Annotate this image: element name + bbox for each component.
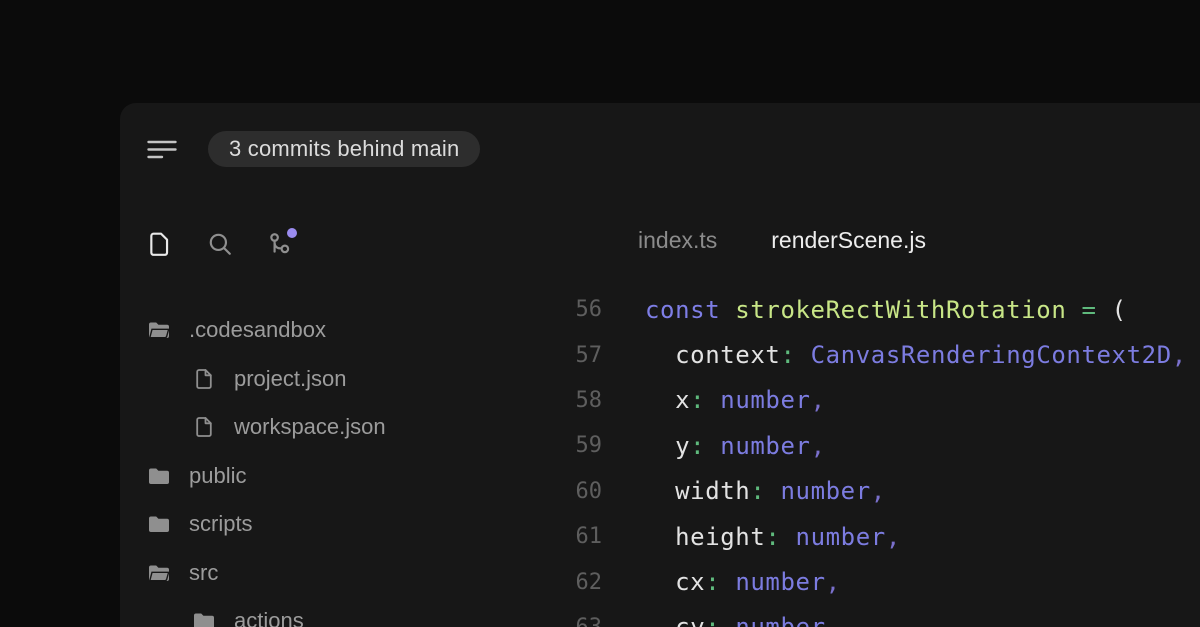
app-window: 3 commits behind main <box>120 103 1200 627</box>
code-area[interactable]: 56const strokeRectWithRotation = (57 con… <box>120 287 1200 627</box>
tab-renderscene-js[interactable]: renderScene.js <box>771 227 926 254</box>
hamburger-icon <box>147 139 177 161</box>
line-number: 60 <box>120 479 602 504</box>
code-text: y: number, <box>602 432 826 460</box>
code-text: x: number, <box>602 386 826 414</box>
code-text: width: number, <box>602 477 886 505</box>
code-text: cy: number, <box>602 613 841 627</box>
screenshot-root: 3 commits behind main <box>0 0 1200 627</box>
line-number: 63 <box>120 615 602 627</box>
files-panel-button[interactable] <box>147 231 173 257</box>
code-line-60[interactable]: 60 width: number, <box>120 469 1200 514</box>
code-text: const strokeRectWithRotation = ( <box>602 296 1127 324</box>
search-icon <box>207 231 233 257</box>
line-number: 56 <box>120 297 602 322</box>
menu-button[interactable] <box>147 139 177 163</box>
sidebar-toolbar <box>147 231 293 257</box>
code-line-56[interactable]: 56const strokeRectWithRotation = ( <box>120 287 1200 332</box>
line-number: 57 <box>120 343 602 368</box>
tab-bar: index.ts renderScene.js <box>638 227 926 254</box>
code-text: height: number, <box>602 523 901 551</box>
code-text: cx: number, <box>602 568 841 596</box>
code-text: context: CanvasRenderingContext2D, <box>602 341 1187 369</box>
code-line-59[interactable]: 59 y: number, <box>120 423 1200 468</box>
git-status-badge[interactable]: 3 commits behind main <box>208 131 480 167</box>
git-panel-button[interactable] <box>267 231 293 257</box>
file-icon <box>147 231 173 257</box>
code-line-57[interactable]: 57 context: CanvasRenderingContext2D, <box>120 332 1200 377</box>
notification-dot <box>287 228 297 238</box>
code-line-61[interactable]: 61 height: number, <box>120 514 1200 559</box>
code-line-62[interactable]: 62 cx: number, <box>120 559 1200 604</box>
search-panel-button[interactable] <box>207 231 233 257</box>
tab-index-ts[interactable]: index.ts <box>638 227 717 254</box>
line-number: 62 <box>120 570 602 595</box>
line-number: 59 <box>120 433 602 458</box>
line-number: 61 <box>120 524 602 549</box>
line-number: 58 <box>120 388 602 413</box>
code-line-63[interactable]: 63 cy: number, <box>120 605 1200 627</box>
code-line-58[interactable]: 58 x: number, <box>120 378 1200 423</box>
